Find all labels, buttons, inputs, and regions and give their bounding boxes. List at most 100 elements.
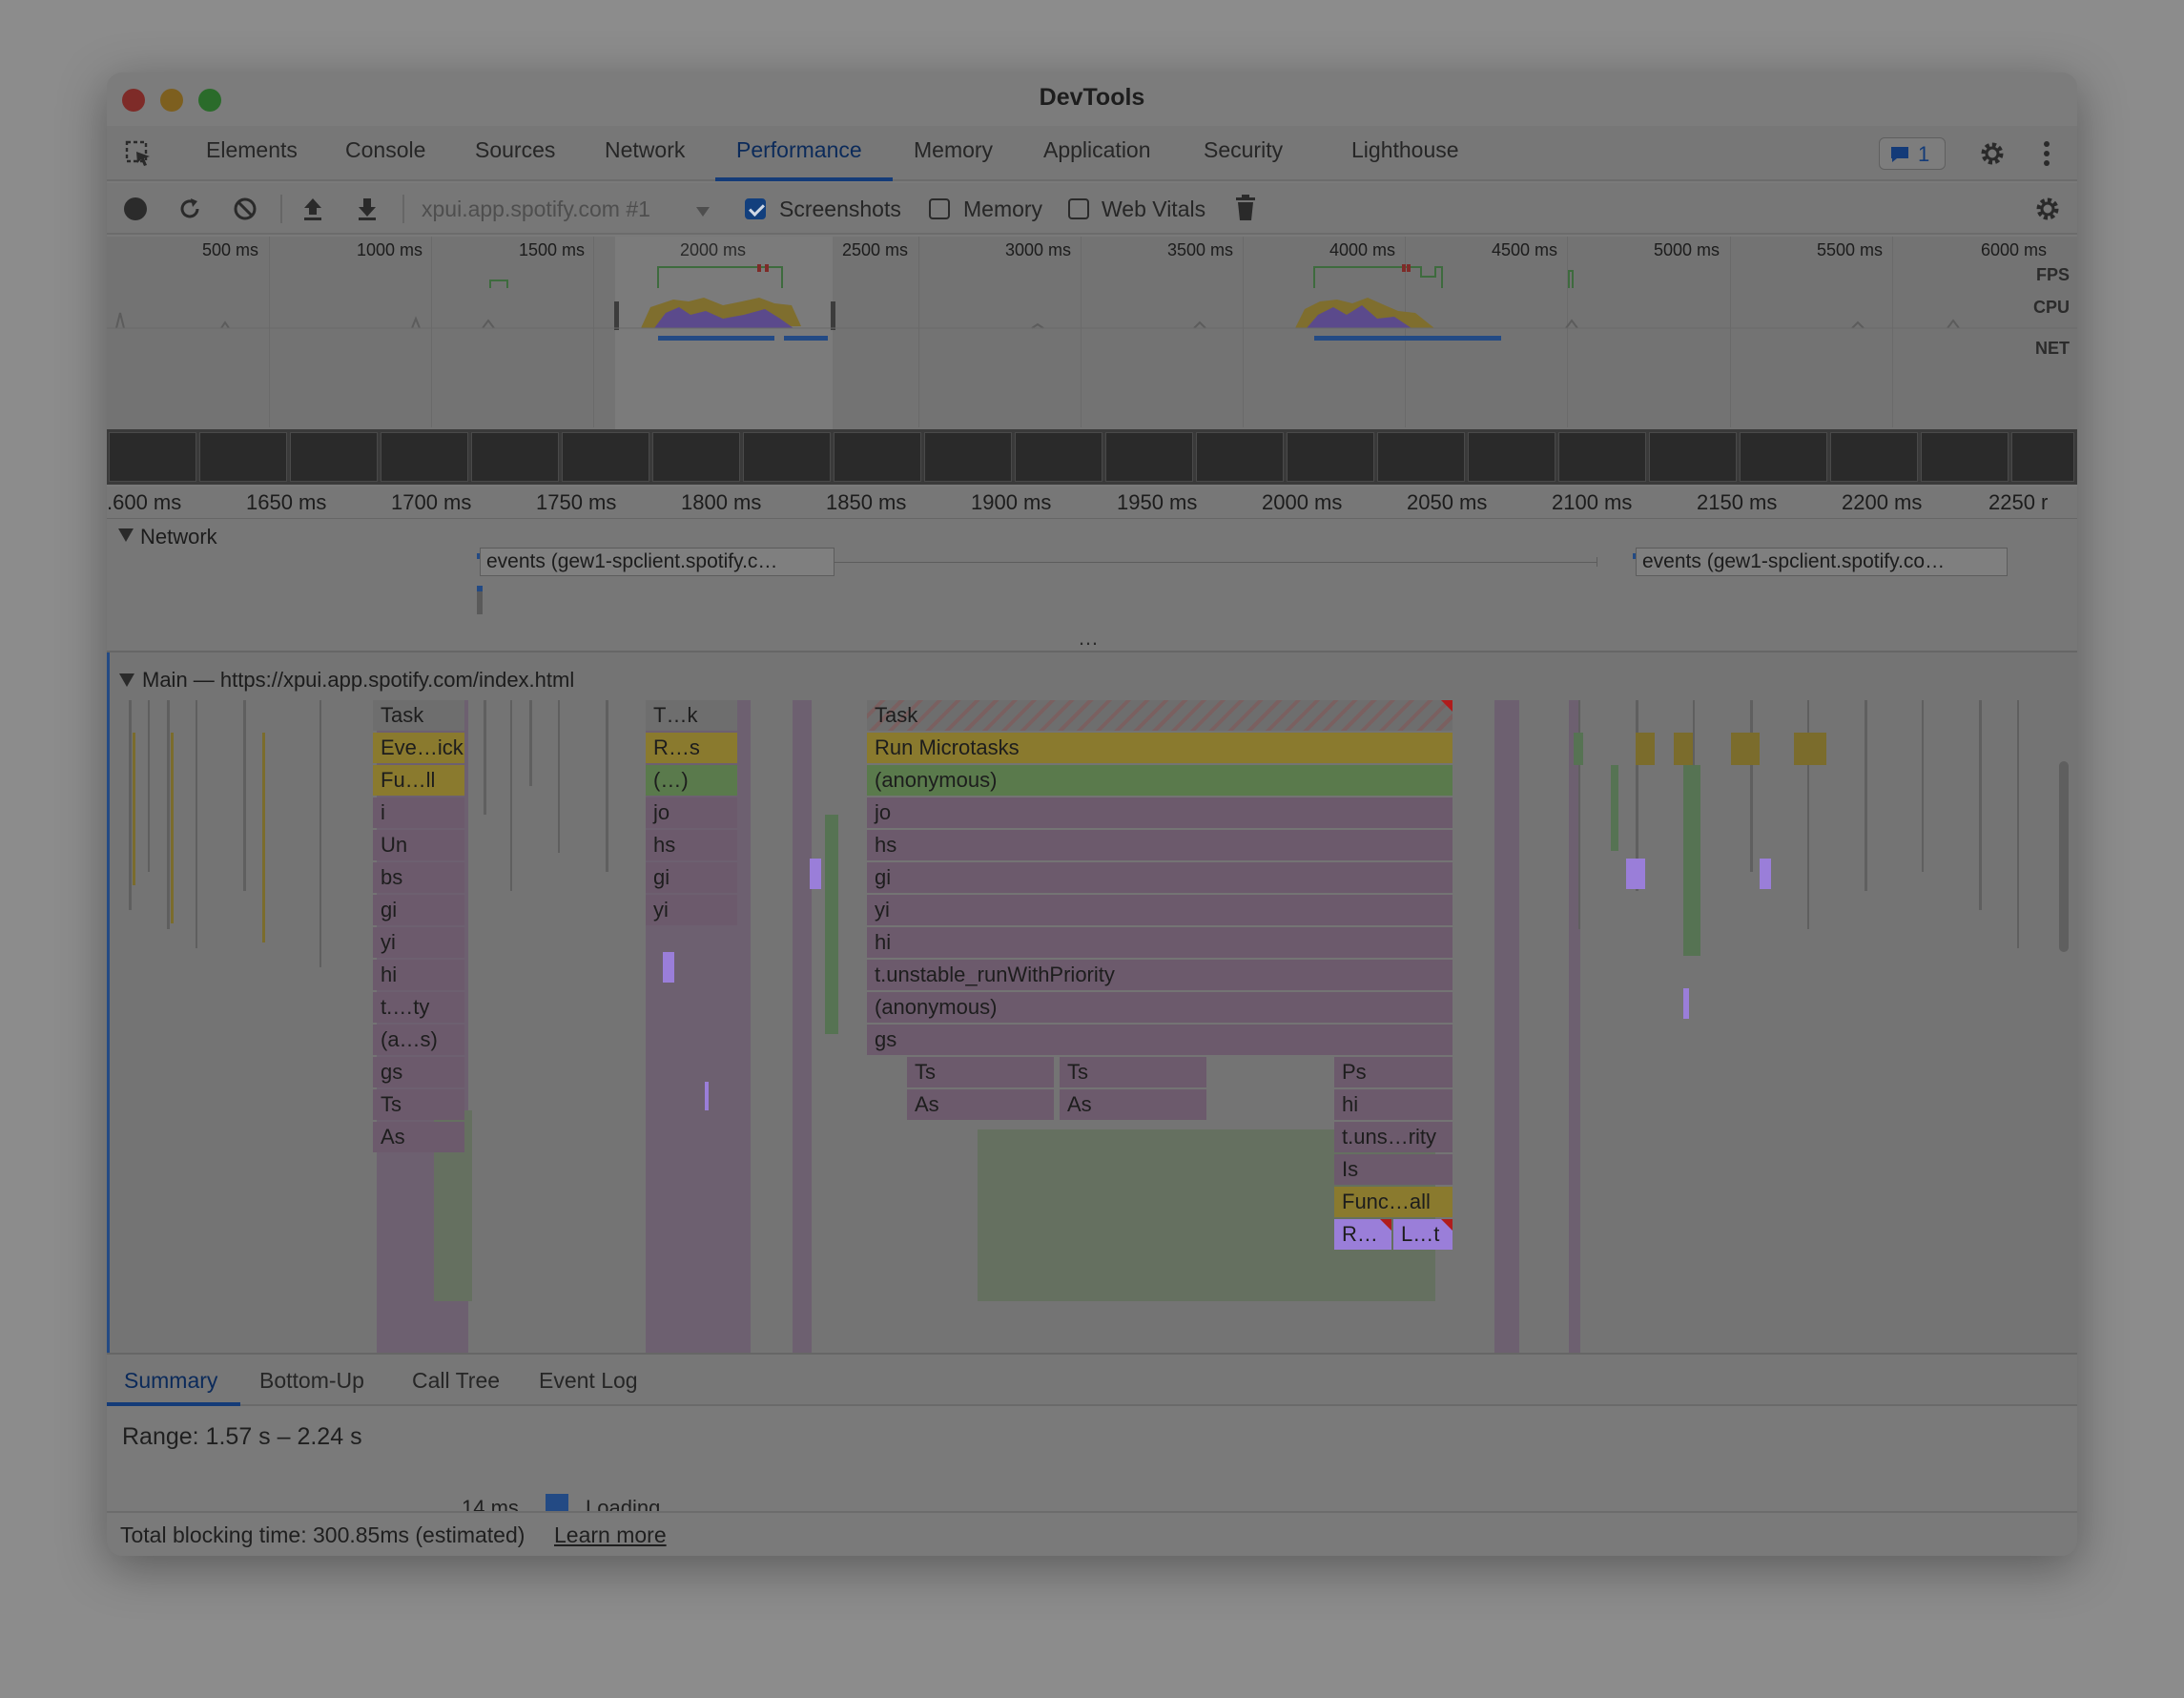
memory-checkbox[interactable] xyxy=(929,198,950,219)
screenshot-frame[interactable] xyxy=(1740,432,1827,482)
clear-icon[interactable] xyxy=(232,196,258,222)
collapse-triangle-icon[interactable] xyxy=(118,528,134,542)
flame-frame[interactable]: gi xyxy=(867,862,1453,893)
screenshot-frame[interactable] xyxy=(1377,432,1465,482)
network-track-title[interactable]: Network xyxy=(140,525,217,549)
upload-profile-icon[interactable] xyxy=(300,196,325,222)
tab-network[interactable]: Network xyxy=(605,137,685,163)
network-request-bar[interactable]: events (gew1-spclient.spotify.c… xyxy=(480,548,834,576)
screenshot-frame[interactable] xyxy=(381,432,468,482)
flame-frame[interactable]: (a…s) xyxy=(373,1025,464,1055)
flame-frame[interactable]: gi xyxy=(646,862,737,893)
screenshot-frame[interactable] xyxy=(834,432,921,482)
tab-event-log[interactable]: Event Log xyxy=(539,1368,638,1394)
flame-frame[interactable]: hs xyxy=(867,830,1453,860)
download-profile-icon[interactable] xyxy=(355,196,380,222)
flame-frame[interactable]: t.unstable_runWithPriority xyxy=(867,960,1453,990)
flame-frame[interactable]: jo xyxy=(867,797,1453,828)
screenshot-frame[interactable] xyxy=(1196,432,1284,482)
flame-frame[interactable]: bs xyxy=(373,862,464,893)
flame-frame[interactable]: yi xyxy=(373,927,464,958)
screenshot-frame[interactable] xyxy=(1830,432,1918,482)
flame-frame[interactable]: hi xyxy=(867,927,1453,958)
screenshots-checkbox[interactable] xyxy=(745,198,766,219)
screenshot-frame[interactable] xyxy=(1287,432,1374,482)
flame-anonymous[interactable]: (anonymous) xyxy=(867,992,1453,1023)
flame-frame[interactable]: As xyxy=(373,1122,464,1152)
screenshot-frame[interactable] xyxy=(1649,432,1737,482)
resize-handle[interactable]: … xyxy=(1078,626,1099,651)
flame-frame[interactable]: Un xyxy=(373,830,464,860)
tab-application[interactable]: Application xyxy=(1043,137,1151,163)
capture-settings-gear-icon[interactable] xyxy=(2033,195,2062,223)
screenshot-frame[interactable] xyxy=(1105,432,1193,482)
tab-console[interactable]: Console xyxy=(345,137,425,163)
tab-security[interactable]: Security xyxy=(1204,137,1283,163)
learn-more-link[interactable]: Learn more xyxy=(554,1522,667,1548)
flame-frame[interactable]: hs xyxy=(646,830,737,860)
flame-run-microtasks[interactable]: Run Microtasks xyxy=(867,733,1453,763)
flame-frame[interactable]: i xyxy=(373,797,464,828)
flame-long-task[interactable]: Task xyxy=(867,700,1453,731)
flame-frame[interactable]: As xyxy=(907,1089,1054,1120)
flame-function-call[interactable]: Func…all xyxy=(1334,1187,1453,1217)
tab-summary[interactable]: Summary xyxy=(124,1368,217,1394)
flame-frame[interactable]: yi xyxy=(867,895,1453,925)
screenshot-frame[interactable] xyxy=(471,432,559,482)
screenshot-frame[interactable] xyxy=(290,432,378,482)
flame-task[interactable]: Task xyxy=(373,700,464,731)
tab-call-tree[interactable]: Call Tree xyxy=(412,1368,500,1394)
flame-frame[interactable]: t.…ty xyxy=(373,992,464,1023)
record-icon[interactable] xyxy=(124,197,147,220)
screenshot-frame[interactable] xyxy=(109,432,196,482)
screenshot-frame[interactable] xyxy=(199,432,287,482)
flame-function-call[interactable]: Fu…ll xyxy=(373,765,464,796)
chevron-down-icon[interactable] xyxy=(696,204,710,217)
tab-lighthouse[interactable]: Lighthouse xyxy=(1351,137,1459,163)
screenshot-frame[interactable] xyxy=(1468,432,1556,482)
flame-anonymous[interactable]: (anonymous) xyxy=(867,765,1453,796)
web-vitals-checkbox[interactable] xyxy=(1068,198,1089,219)
flame-frame[interactable]: Ts xyxy=(373,1089,464,1120)
flame-run-microtasks[interactable]: R…s xyxy=(646,733,737,763)
screenshot-frame[interactable] xyxy=(1558,432,1646,482)
trash-icon[interactable] xyxy=(1235,195,1256,221)
screenshot-frame[interactable] xyxy=(2011,432,2074,482)
tab-performance[interactable]: Performance xyxy=(736,137,862,163)
flame-frame[interactable]: jo xyxy=(646,797,737,828)
flame-frame[interactable]: Ps xyxy=(1334,1057,1453,1087)
flame-frame[interactable]: Ts xyxy=(907,1057,1054,1087)
flame-frame[interactable]: gi xyxy=(373,895,464,925)
screenshot-frame[interactable] xyxy=(1921,432,2009,482)
screenshot-frame[interactable] xyxy=(652,432,740,482)
flame-frame[interactable]: hi xyxy=(373,960,464,990)
settings-gear-icon[interactable] xyxy=(1978,139,2007,168)
screenshot-frame[interactable] xyxy=(562,432,649,482)
flame-frame[interactable]: gs xyxy=(867,1025,1453,1055)
main-thread-title[interactable]: Main — https://xpui.app.spotify.com/inde… xyxy=(142,668,574,693)
flame-frame[interactable]: As xyxy=(1060,1089,1206,1120)
profile-select[interactable]: xpui.app.spotify.com #1 xyxy=(422,197,650,222)
flame-frame[interactable]: yi xyxy=(646,895,737,925)
flame-event[interactable]: Eve…ick xyxy=(373,733,464,763)
flame-frame[interactable]: t.uns…rity xyxy=(1334,1122,1453,1152)
inspect-element-icon[interactable] xyxy=(124,139,153,168)
screenshot-frame[interactable] xyxy=(743,432,831,482)
collapse-triangle-icon[interactable] xyxy=(119,673,134,687)
tab-sources[interactable]: Sources xyxy=(475,137,555,163)
network-request-bar[interactable]: events (gew1-spclient.spotify.co… xyxy=(1636,548,2008,576)
tab-bottom-up[interactable]: Bottom-Up xyxy=(259,1368,364,1394)
flame-frame[interactable]: hi xyxy=(1334,1089,1453,1120)
more-options-icon[interactable] xyxy=(2043,139,2050,168)
flame-frame[interactable]: Is xyxy=(1334,1154,1453,1185)
flame-frame[interactable]: Ts xyxy=(1060,1057,1206,1087)
flame-frame[interactable]: gs xyxy=(373,1057,464,1087)
flame-chart-scrollbar[interactable] xyxy=(2059,761,2069,952)
flame-anonymous[interactable]: (…) xyxy=(646,765,737,796)
flame-task[interactable]: T…k xyxy=(646,700,737,731)
screenshot-frame[interactable] xyxy=(924,432,1012,482)
reload-record-icon[interactable] xyxy=(176,196,203,222)
tab-memory[interactable]: Memory xyxy=(914,137,993,163)
issues-badge[interactable]: 1 xyxy=(1879,137,1946,170)
tab-elements[interactable]: Elements xyxy=(206,137,298,163)
